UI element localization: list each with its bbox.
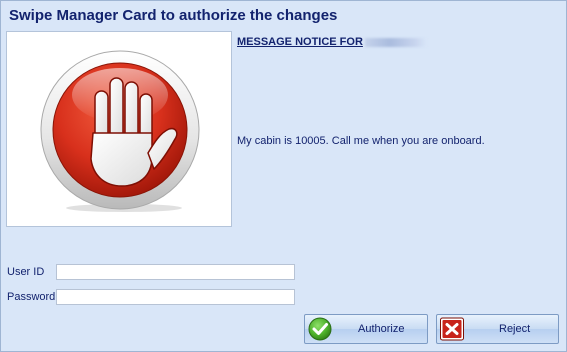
stop-image-panel [6, 31, 232, 227]
password-label: Password [7, 291, 56, 303]
notice-heading-text: MESSAGE NOTICE FOR [237, 36, 363, 48]
message-notice-heading: MESSAGE NOTICE FOR [237, 36, 427, 48]
password-input[interactable] [56, 289, 295, 305]
authorize-button[interactable]: Authorize [304, 314, 428, 344]
x-icon [440, 317, 464, 341]
notice-message: My cabin is 10005. Call me when you are … [237, 135, 485, 147]
reject-button-label: Reject [499, 323, 531, 335]
redacted-guest-name [364, 37, 427, 47]
checkmark-icon [308, 317, 332, 341]
reject-button[interactable]: Reject [436, 314, 559, 344]
user-id-label: User ID [7, 266, 45, 278]
dialog-title: Swipe Manager Card to authorize the chan… [9, 7, 338, 24]
authorize-dialog: Swipe Manager Card to authorize the chan… [0, 0, 567, 352]
user-id-input[interactable] [56, 264, 295, 280]
authorize-button-label: Authorize [358, 323, 405, 335]
stop-hand-icon [40, 50, 200, 212]
